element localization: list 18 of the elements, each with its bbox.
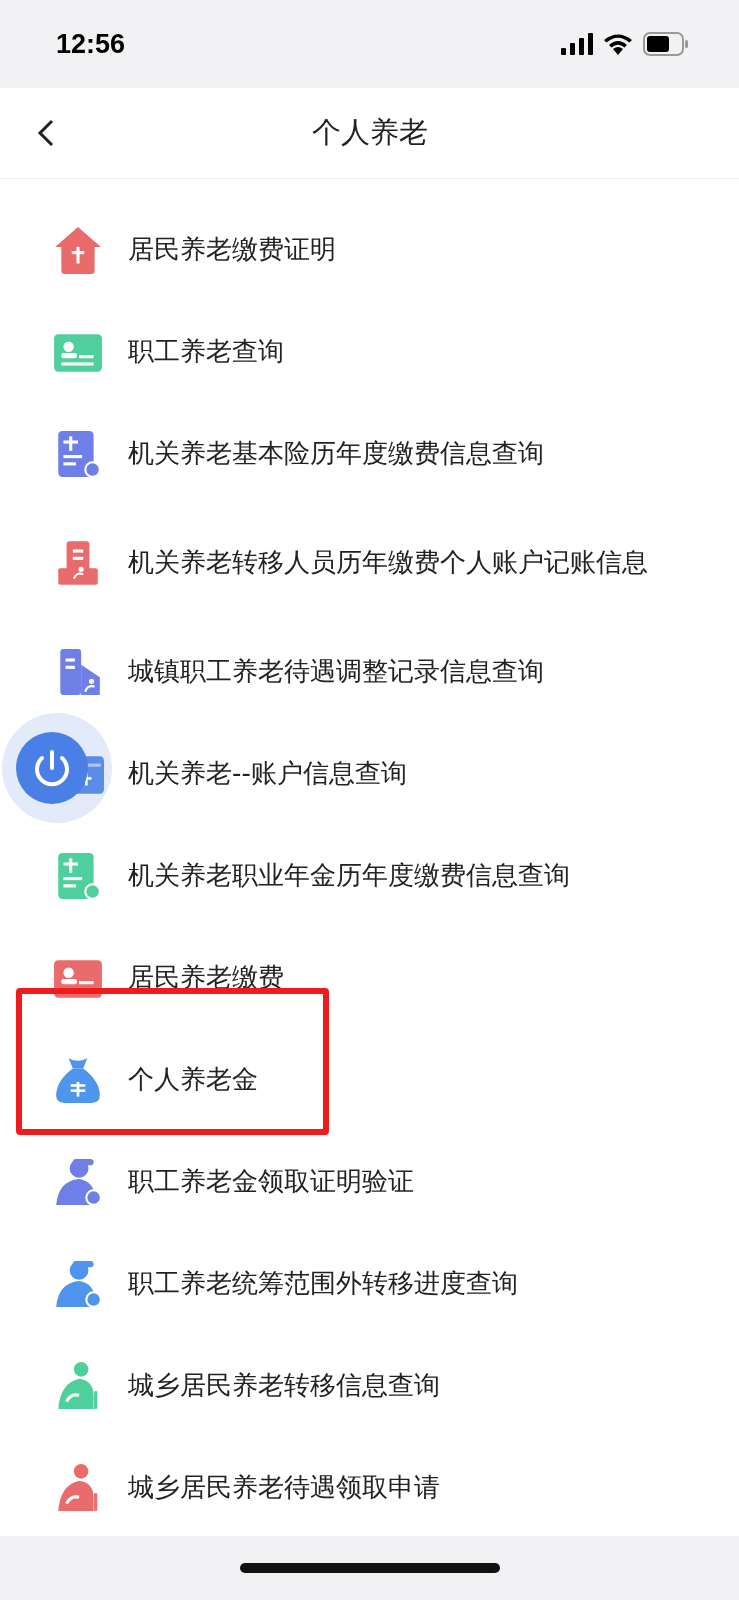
list-item[interactable]: 职工养老查询 <box>0 301 739 403</box>
list-item[interactable]: 城乡居民养老转移信息查询 <box>0 1335 739 1437</box>
list-item[interactable]: 居民养老缴费证明 <box>0 199 739 301</box>
list-item[interactable]: 职工养老统筹范围外转移进度查询 <box>0 1233 739 1335</box>
battery-icon <box>643 32 689 56</box>
list-item[interactable]: 个人养老金 <box>0 1029 739 1131</box>
list-item[interactable]: 机关养老基本险历年度缴费信息查询 <box>0 403 739 505</box>
power-icon[interactable] <box>16 732 88 804</box>
status-time: 12:56 <box>56 28 126 60</box>
list-item[interactable]: 机关养老职业年金历年度缴费信息查询 <box>0 825 739 927</box>
back-icon[interactable] <box>36 118 56 148</box>
wifi-icon <box>603 33 633 55</box>
page-title: 个人养老 <box>311 114 428 151</box>
signal-icon <box>561 33 593 55</box>
list-item[interactable]: 城乡居民养老待遇领取申请 <box>0 1437 739 1539</box>
list-item[interactable]: 职工养老金领取证明验证 <box>0 1131 739 1233</box>
list-item[interactable]: 城镇职工养老待遇调整记录信息查询 <box>0 621 739 723</box>
list-item[interactable]: 机关养老转移人员历年缴费个人账户记账信息 <box>0 505 739 621</box>
